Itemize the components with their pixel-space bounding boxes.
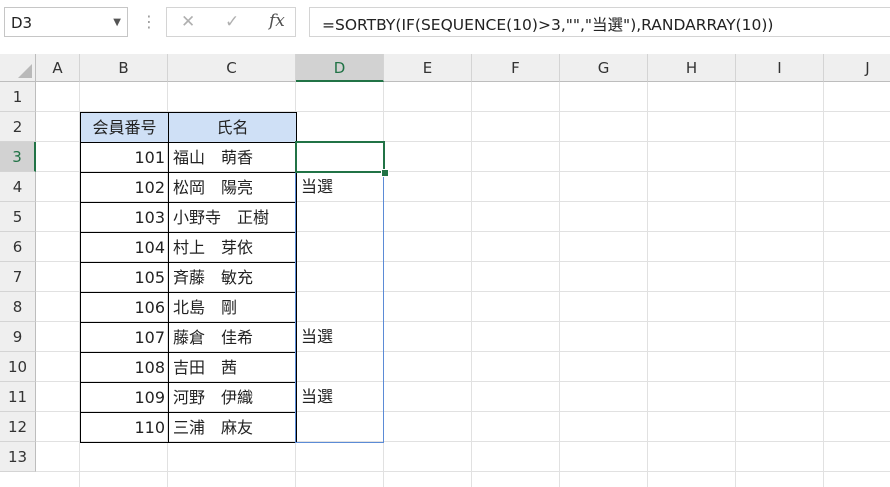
drag-handle-icon[interactable]: ⋮ — [141, 12, 157, 31]
member-id-cell[interactable]: 110 — [80, 412, 169, 443]
gridline-vertical — [559, 82, 560, 487]
formula-input[interactable]: =SORTBY(IF(SEQUENCE(10)>3,"","当選"),RANDA… — [309, 7, 890, 37]
row-header-9[interactable]: 9 — [0, 322, 36, 352]
spill-range-border — [295, 142, 384, 443]
column-header-a[interactable]: A — [36, 54, 80, 82]
column-header-e[interactable]: E — [384, 54, 472, 82]
gridline-vertical — [823, 82, 824, 487]
formula-text: =SORTBY(IF(SEQUENCE(10)>3,"","当選"),RANDA… — [322, 16, 774, 34]
active-cell-selection[interactable] — [295, 141, 385, 173]
member-name-cell[interactable]: 河野 伊織 — [168, 382, 297, 413]
member-id-cell[interactable]: 109 — [80, 382, 169, 413]
member-name-cell[interactable]: 斉藤 敏充 — [168, 262, 297, 293]
insert-function-icon[interactable]: fx — [269, 11, 285, 31]
member-id-cell[interactable]: 104 — [80, 232, 169, 263]
member-name-cell[interactable]: 福山 萌香 — [168, 142, 297, 173]
column-header-j[interactable]: J — [824, 54, 890, 82]
name-box[interactable]: D3 ▼ — [4, 7, 128, 37]
spreadsheet-grid[interactable]: ABCDEFGHIJ 1 2 3 4 5 6 7 8 9 10 11 12 13 会員番号 氏名 101 福山… — [0, 52, 890, 487]
header-member-id[interactable]: 会員番号 — [80, 112, 169, 143]
member-id-cell[interactable]: 101 — [80, 142, 169, 173]
column-header-h[interactable]: H — [648, 54, 736, 82]
member-id-cell[interactable]: 102 — [80, 172, 169, 203]
row-header-13[interactable]: 13 — [0, 442, 36, 472]
row-header-7[interactable]: 7 — [0, 262, 36, 292]
column-header-b[interactable]: B — [80, 54, 168, 82]
gridline-vertical — [471, 82, 472, 487]
member-name-cell[interactable]: 藤倉 佳希 — [168, 322, 297, 353]
member-name-cell[interactable]: 三浦 麻友 — [168, 412, 297, 443]
select-all-icon — [18, 64, 32, 78]
fill-handle[interactable] — [381, 169, 389, 177]
formula-actions: ✕ ✓ fx — [166, 7, 296, 37]
member-id-cell[interactable]: 108 — [80, 352, 169, 383]
header-name[interactable]: 氏名 — [168, 112, 297, 143]
row-header-10[interactable]: 10 — [0, 352, 36, 382]
column-header-c[interactable]: C — [168, 54, 296, 82]
enter-icon[interactable]: ✓ — [225, 12, 239, 32]
column-header-d[interactable]: D — [296, 54, 384, 82]
row-header-6[interactable]: 6 — [0, 232, 36, 262]
member-name-cell[interactable]: 小野寺 正樹 — [168, 202, 297, 233]
member-id-cell[interactable]: 105 — [80, 262, 169, 293]
row-header-2[interactable]: 2 — [0, 112, 36, 142]
gridline-vertical — [735, 82, 736, 487]
row-header-8[interactable]: 8 — [0, 292, 36, 322]
select-all-button[interactable] — [0, 54, 36, 82]
column-header-i[interactable]: I — [736, 54, 824, 82]
member-name-cell[interactable]: 村上 芽依 — [168, 232, 297, 263]
row-header-1[interactable]: 1 — [0, 82, 36, 112]
member-id-cell[interactable]: 106 — [80, 292, 169, 323]
column-header-g[interactable]: G — [560, 54, 648, 82]
member-name-cell[interactable]: 北島 剛 — [168, 292, 297, 323]
member-id-cell[interactable]: 107 — [80, 322, 169, 353]
member-name-cell[interactable]: 松岡 陽亮 — [168, 172, 297, 203]
gridline-horizontal — [36, 471, 890, 472]
row-header-4[interactable]: 4 — [0, 172, 36, 202]
chevron-down-icon[interactable]: ▼ — [113, 17, 121, 28]
column-header-f[interactable]: F — [472, 54, 560, 82]
member-name-cell[interactable]: 吉田 茜 — [168, 352, 297, 383]
row-header-11[interactable]: 11 — [0, 382, 36, 412]
row-header-5[interactable]: 5 — [0, 202, 36, 232]
name-box-value: D3 — [11, 14, 33, 32]
formula-bar: D3 ▼ ⋮ ✕ ✓ fx =SORTBY(IF(SEQUENCE(10)>3,… — [0, 0, 890, 52]
row-header-12[interactable]: 12 — [0, 412, 36, 442]
gridline-vertical — [647, 82, 648, 487]
member-id-cell[interactable]: 103 — [80, 202, 169, 233]
cancel-icon[interactable]: ✕ — [181, 12, 195, 32]
row-header-3[interactable]: 3 — [0, 142, 36, 172]
